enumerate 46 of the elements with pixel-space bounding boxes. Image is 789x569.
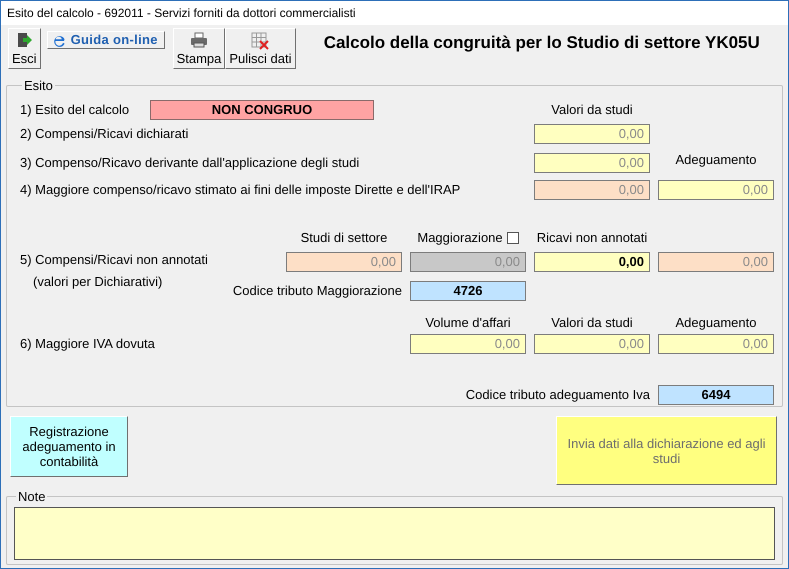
window-title: Esito del calcolo - 692011 - Servizi forniti da dottori commercialisti [7,5,356,22]
page-heading: Calcolo della congruità per lo Studio di settore YK05U [322,33,761,53]
value-field[interactable]: 0,00 [658,334,774,354]
value-field[interactable]: 0,00 [534,180,650,200]
value-field[interactable]: 0,00 [658,180,774,200]
register-button[interactable]: Registrazione adeguamento in contabilità [10,416,128,477]
result-field: NON CONGRUO [150,100,374,120]
value-field[interactable]: 0,00 [534,124,650,144]
field-label: Codice tributo Maggiorazione [232,282,402,300]
row-label: 4) Maggiore compenso/ricavo stimato ai fini delle imposte Dirette e dell'IRAP [20,180,462,199]
row-label: 3) Compenso/Ricavo derivante dall'applicazione degli studi [20,154,360,172]
grid-delete-icon [251,32,270,50]
printer-icon [190,32,208,48]
field-label: Codice tributo adeguamento Iva [464,386,650,404]
value-field[interactable]: 0,00 [286,252,402,272]
value-field[interactable]: 0,00 [410,334,526,354]
notes-field[interactable] [14,506,775,560]
group-legend: Esito [22,76,55,96]
column-header: Valori da studi [550,314,634,328]
group-legend: Note [16,487,48,506]
value-field[interactable]: 0,00 [534,152,650,172]
value-field[interactable]: 0,00 [534,334,650,354]
clear-button[interactable]: Pulisci dati [225,28,296,69]
checkbox[interactable] [506,232,519,244]
print-button[interactable]: Stampa [172,28,226,69]
row-note: (valori per Dichiarativi) [33,272,162,291]
browser-e-icon [52,33,66,47]
value-field[interactable]: 0,00 [658,252,774,272]
row-label: 5) Compensi/Ricavi non annotati [20,250,209,269]
value-field[interactable]: 4726 [410,280,526,300]
column-header: Adeguamento [674,314,758,328]
value-field[interactable]: 0,00 [410,252,526,272]
column-header: Maggiorazione [417,228,503,247]
column-header: Volume d'affari [424,314,512,328]
column-header: Valori da studi [550,101,634,119]
row-label: 1) Esito del calcolo [20,100,130,119]
exit-button[interactable]: Esci [8,28,41,69]
column-header: Ricavi non annotati [536,228,648,247]
column-header: Studi di settore [300,228,388,247]
row-label: 6) Maggiore IVA dovuta [20,334,156,353]
value-field[interactable]: 6494 [658,384,774,404]
column-header: Adeguamento [674,151,758,169]
row-label: 2) Compensi/Ricavi dichiarati [20,124,190,143]
help-button[interactable]: Guida on-line [46,31,165,49]
value-field[interactable]: 0,00 [534,252,650,272]
door-exit-icon [16,32,32,48]
